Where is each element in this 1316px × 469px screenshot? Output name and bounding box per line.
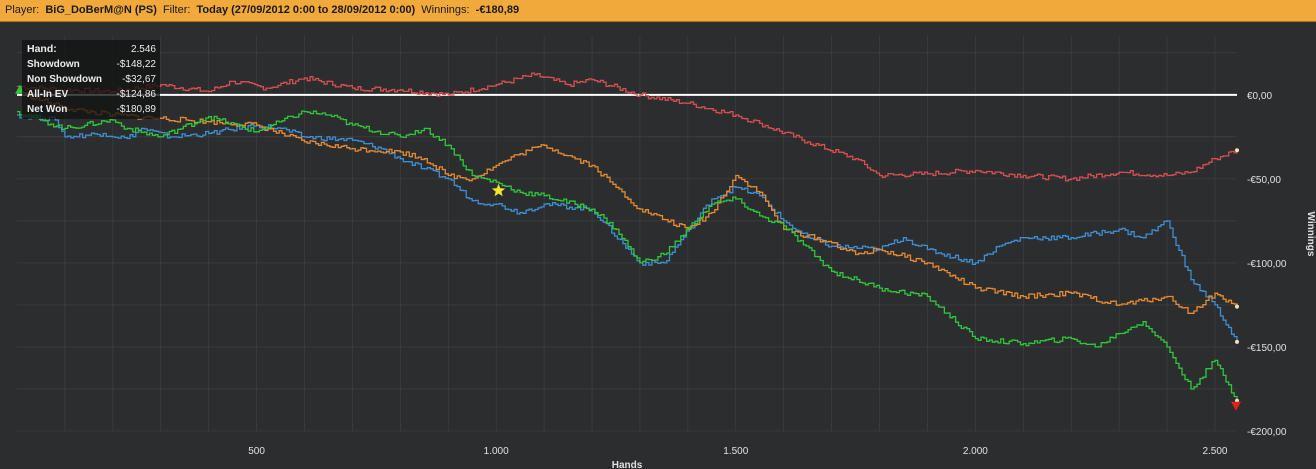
x-tick-label: 500 — [248, 446, 265, 457]
x-tick-label: 2.000 — [963, 446, 988, 457]
legend-value: -$32,67 — [122, 74, 156, 85]
winnings-chart: 500 1.000 1.500 2.000 2.500 €0,00 -€50,00 -€100… — [15, 36, 1316, 469]
legend-label: Showdown — [27, 59, 80, 70]
x-tick-label: 1.000 — [484, 446, 509, 457]
y-tick-label: -€100,00 — [1247, 259, 1287, 270]
y-tick-label: €0,00 — [1247, 91, 1272, 102]
player-value: BiG_DoBerM@N (PS) — [45, 4, 157, 16]
x-tick-label: 1.500 — [723, 446, 748, 457]
winnings-value: -€180,89 — [475, 4, 520, 16]
x-tick-label: 2.500 — [1202, 446, 1227, 457]
filter-bar: Player: BiG_DoBerM@N (PS) Filter: Today … — [0, 0, 1316, 22]
legend-label: Non Showdown — [27, 74, 102, 85]
legend-row: Showdown -$148,22 — [22, 57, 160, 72]
filter-label: Filter: — [162, 4, 191, 16]
series-end-point — [1235, 148, 1239, 153]
legend-label: Net Won — [27, 104, 68, 115]
legend-row: Hand: 2.546 — [22, 42, 160, 57]
legend-value: 2.546 — [130, 44, 156, 55]
legend-label: Hand: — [27, 43, 57, 55]
filter-value: Today (27/09/2012 0:00 to 28/09/2012 0:0… — [196, 4, 416, 16]
legend-label: All-In EV — [27, 89, 69, 100]
series-end-point — [1235, 339, 1239, 344]
legend-row: Non Showdown -$32,67 — [22, 72, 160, 87]
legend-row: Net Won -$180,89 — [22, 102, 160, 117]
legend-value: -$124,86 — [116, 89, 156, 100]
y-tick-label: -€200,00 — [1247, 427, 1287, 438]
series-end-point — [1235, 304, 1239, 309]
player-label: Player: — [5, 4, 40, 16]
x-axis-title: Hands — [612, 460, 643, 469]
legend-value: -$148,22 — [116, 59, 156, 70]
legend-value: -$180,89 — [116, 104, 156, 115]
legend-row: All-In EV -$124,86 — [22, 87, 160, 102]
y-tick-label: -€50,00 — [1247, 175, 1281, 186]
y-axis-title: Winnings — [1305, 212, 1316, 257]
y-tick-label: -€150,00 — [1247, 343, 1287, 354]
winnings-label: Winnings: — [421, 4, 470, 16]
stats-legend: Hand: 2.546 Showdown -$148,22 Non Showdown -$… — [22, 40, 160, 119]
